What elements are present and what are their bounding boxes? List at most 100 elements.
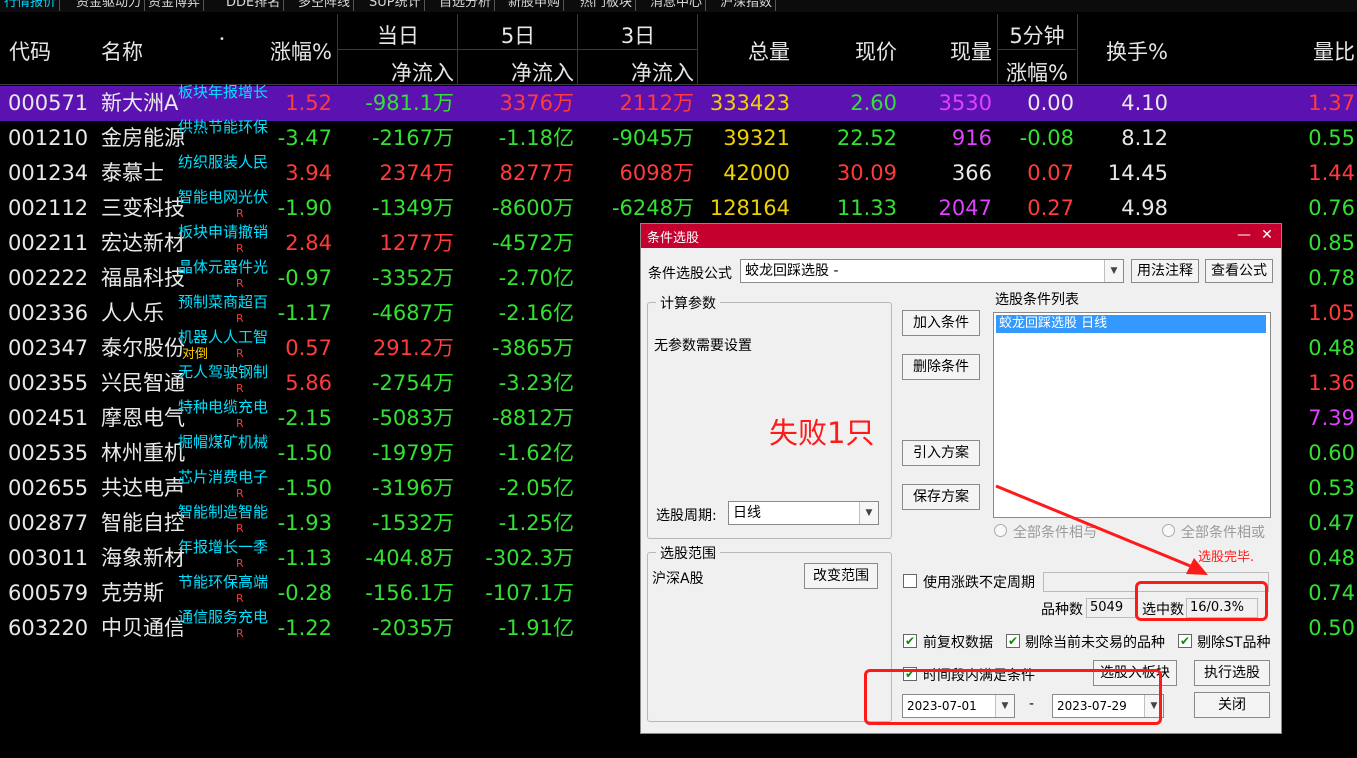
col-vol-ratio[interactable]: 量比 (1260, 36, 1355, 66)
tab-1[interactable]: 资金驱动力 (76, 0, 146, 11)
execute-selection-button[interactable]: 执行选股 (1194, 660, 1270, 686)
five-day-inflow: -2.70亿 (498, 266, 574, 290)
col-name[interactable]: 名称 (101, 36, 143, 66)
period-select-value: 日线 (733, 505, 761, 521)
five-day-inflow: 3376万 (499, 91, 574, 115)
five-day-inflow: -8812万 (491, 406, 574, 430)
uncertain-period-checkbox[interactable] (903, 574, 917, 588)
exclude-untraded-label: 剔除当前未交易的品种 (1025, 635, 1165, 651)
col-today[interactable]: 当日 (338, 20, 458, 50)
stock-code: 000571 (8, 91, 89, 115)
five-day-inflow: -1.62亿 (498, 441, 574, 465)
today-inflow: -2167万 (371, 126, 454, 150)
today-inflow: -404.8万 (365, 546, 454, 570)
tab-7[interactable]: 新股申购 (508, 0, 565, 11)
stock-code: 002535 (8, 441, 89, 465)
tab-10[interactable]: 沪深指数 (720, 0, 777, 11)
r-flag: R (236, 242, 244, 255)
tab-5[interactable]: SUP统计 (369, 0, 425, 11)
col-turnover[interactable]: 换手% (1080, 36, 1168, 66)
sector-tag: 纺织服装人民 (178, 153, 269, 171)
table-row[interactable]: 000571 新大洲A 1.52 -981.1万 3376万 2112万 333423 2.6… (0, 84, 1357, 121)
r-flag: R (236, 312, 244, 325)
chevron-down-icon[interactable]: ▼ (859, 502, 878, 524)
exclude-untraded-checkbox[interactable]: ✔ (1006, 634, 1020, 648)
col-5min[interactable]: 5分钟 (998, 20, 1076, 50)
tab-0[interactable]: 行情报价 (4, 0, 61, 11)
sector-tag: 智能电网光伏 (178, 188, 269, 206)
dialog-title-bar[interactable]: 条件选股 — ✕ (641, 224, 1281, 248)
today-inflow: -1532万 (371, 511, 454, 535)
exclude-st-checkbox[interactable]: ✔ (1178, 634, 1192, 648)
tab-9[interactable]: 消息中心 (650, 0, 707, 11)
five-min-change: 0.00 (1027, 91, 1074, 115)
col-cur-volume[interactable]: 现量 (900, 36, 992, 66)
today-inflow: -3352万 (371, 266, 454, 290)
sector-tag: 特种电缆充电 (178, 398, 269, 416)
close-icon[interactable]: ✕ (1257, 225, 1277, 245)
tab-2[interactable]: 资金博弈 (148, 0, 205, 11)
col-3day-inflow[interactable]: 净流入 (578, 57, 694, 87)
sector-tag: 板块申请撤销 (178, 223, 269, 241)
col-5day-inflow[interactable]: 净流入 (458, 57, 574, 87)
usage-notes-button[interactable]: 用法注释 (1131, 259, 1199, 283)
table-row[interactable]: 001210 金房能源 -3.47 -2167万 -1.18亿 -9045万 39321 22… (0, 119, 1357, 156)
import-plan-button[interactable]: 引入方案 (902, 440, 980, 466)
fail-annotation: 失败1只 (769, 416, 875, 450)
formula-select[interactable]: 蛟龙回踩选股 - ▼ (740, 259, 1124, 283)
delete-condition-button[interactable]: 删除条件 (902, 354, 980, 380)
five-day-inflow: -1.18亿 (498, 126, 574, 150)
sector-tag: 通信服务充电 (178, 608, 269, 626)
total-volume: 128164 (709, 196, 790, 220)
sector-tag: 机器人人工智 (178, 328, 269, 346)
tab-4[interactable]: 多空阵线 (298, 0, 355, 11)
total-volume: 39321 (723, 126, 790, 150)
minimize-icon[interactable]: — (1234, 225, 1254, 245)
view-formula-button[interactable]: 查看公式 (1205, 259, 1273, 283)
five-min-change: -0.08 (1019, 126, 1074, 150)
save-plan-button[interactable]: 保存方案 (902, 484, 980, 510)
sector-tag: 年报增长一季 (178, 538, 269, 556)
col-5min-change[interactable]: 涨幅% (998, 57, 1076, 87)
close-button[interactable]: 关闭 (1194, 692, 1270, 718)
add-condition-button[interactable]: 加入条件 (902, 310, 980, 336)
pre-adjust-checkbox[interactable]: ✔ (903, 634, 917, 648)
five-day-inflow: 8277万 (499, 161, 574, 185)
five-day-inflow: -2.16亿 (498, 301, 574, 325)
date-range-highlight (864, 669, 1162, 725)
stock-code: 002451 (8, 406, 89, 430)
formula-label: 条件选股公式 (648, 266, 732, 282)
five-day-inflow: -1.25亿 (498, 511, 574, 535)
header-divider (338, 49, 698, 50)
current-volume: 366 (951, 161, 992, 185)
period-select[interactable]: 日线 ▼ (728, 501, 879, 525)
current-volume: 916 (951, 126, 992, 150)
col-price[interactable]: 现价 (800, 36, 897, 66)
sector-tag: 预制菜商超百 (178, 293, 269, 311)
col-5day[interactable]: 5日 (458, 20, 578, 50)
col-today-inflow[interactable]: 净流入 (338, 57, 454, 87)
tab-6[interactable]: 自选分析 (439, 0, 496, 11)
five-day-inflow: -3.23亿 (498, 371, 574, 395)
stock-code: 002655 (8, 476, 89, 500)
sector-tag: 掘帽煤矿机械 (178, 433, 269, 451)
table-row[interactable]: 001234 泰慕士 3.94 2374万 8277万 6098万 42000 30.09 36… (0, 153, 1357, 191)
five-min-change: 0.27 (1027, 196, 1074, 220)
col-total-volume[interactable]: 总量 (700, 36, 790, 66)
tab-8[interactable]: 热门板块 (580, 0, 637, 11)
chevron-down-icon[interactable]: ▼ (1104, 260, 1123, 282)
sector-tag: 芯片消费电子 (178, 468, 269, 486)
volume-ratio: 0.76 (1308, 196, 1355, 220)
table-row[interactable]: 002112 三变科技 -1.90 -1349万 -8600万 -6248万 128164 1… (0, 188, 1357, 226)
today-inflow: -2035万 (371, 616, 454, 640)
col-3day[interactable]: 3日 (578, 20, 698, 50)
today-inflow: -4687万 (371, 301, 454, 325)
change-range-button[interactable]: 改变范围 (804, 563, 878, 589)
selected-count-highlight (1135, 581, 1268, 621)
exclude-st-label: 剔除ST品种 (1197, 635, 1271, 651)
tab-3[interactable]: DDE排名 (226, 0, 285, 11)
col-change-pct[interactable]: 涨幅% (240, 36, 332, 66)
condition-list-item[interactable]: 蛟龙回踩选股 日线 (996, 315, 1266, 333)
today-inflow: 291.2万 (372, 336, 454, 360)
col-code[interactable]: 代码 (9, 36, 51, 66)
